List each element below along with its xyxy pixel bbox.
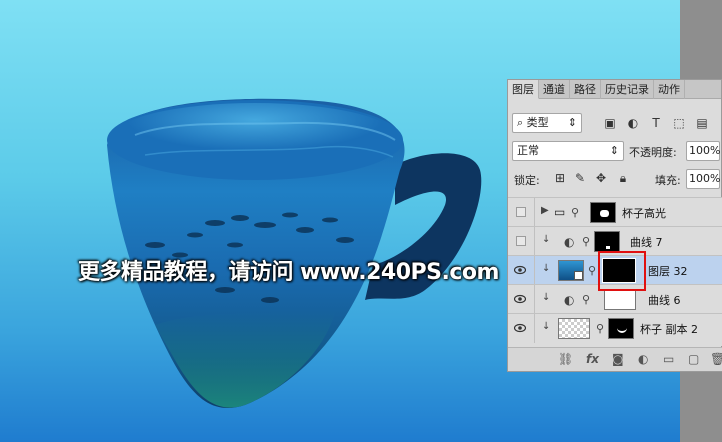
smart-object-badge-icon (574, 271, 583, 280)
watermark-url: www.240PS.com (300, 260, 499, 285)
divider (534, 314, 535, 343)
new-layer-icon[interactable]: ▢ (688, 352, 699, 366)
fill-label: 填充: (655, 174, 681, 187)
lock-position-icon[interactable]: ✥ (593, 171, 609, 185)
delete-layer-icon[interactable]: 🗑︎ (710, 352, 722, 366)
expand-arrow-icon[interactable]: ▶ (541, 205, 549, 216)
layer-name[interactable]: 图层 32 (648, 263, 688, 279)
link-icon: ⚲ (596, 322, 605, 335)
lock-label: 锁定: (514, 174, 540, 187)
watermark: 更多精品教程，请访问 www.240PS.com (78, 254, 499, 286)
folder-icon: ▭ (554, 205, 566, 219)
filter-shape-icon[interactable]: ⬚ (671, 116, 687, 130)
lock-brush-icon[interactable]: ✎ (572, 171, 588, 185)
adjustment-icon: ◐ (564, 293, 575, 307)
new-group-icon[interactable]: ▭ (663, 352, 674, 366)
eye-icon[interactable] (514, 322, 526, 334)
blend-mode-value: 正常 (517, 144, 539, 157)
tab-actions[interactable]: 动作 (654, 80, 685, 99)
panel-tabs: 图层 通道 路径 历史记录 动作 (508, 80, 721, 99)
visibility-off-box[interactable] (516, 207, 526, 217)
layer-name[interactable]: 杯子高光 (622, 205, 666, 221)
layer-name[interactable]: 曲线 7 (630, 234, 663, 250)
adjustment-icon: ◐ (564, 235, 575, 249)
tab-history[interactable]: 历史记录 (601, 80, 654, 99)
filter-type-icon[interactable]: T (648, 116, 664, 130)
layer-thumbnail[interactable] (558, 260, 584, 281)
layer-name[interactable]: 杯子 副本 2 (640, 321, 698, 337)
layer-row-cup-copy-2[interactable]: ↓ ⚲ 杯子 副本 2 (508, 313, 722, 346)
opacity-label: 不透明度: (629, 146, 677, 159)
divider (534, 198, 535, 227)
chevron-updown-icon: ⇕ (609, 144, 619, 157)
link-layers-icon[interactable]: ⛓ (558, 352, 573, 366)
clipping-arrow-icon: ↓ (542, 292, 551, 303)
divider (534, 285, 535, 314)
tab-layers[interactable]: 图层 (508, 80, 539, 99)
divider (534, 256, 535, 285)
link-icon: ⚲ (582, 293, 591, 306)
layer-mask-thumbnail[interactable] (594, 231, 620, 252)
filter-kind-value: 类型 (526, 116, 549, 129)
divider (534, 227, 535, 256)
fill-field[interactable]: 100% (686, 169, 720, 189)
opacity-field[interactable]: 100% (686, 141, 720, 161)
layer-row-cup-highlight-group[interactable]: ▶ ▭ ⚲ 杯子高光 (508, 197, 722, 227)
layer-mask-thumbnail[interactable] (590, 202, 616, 223)
clipping-arrow-icon: ↓ (542, 263, 551, 274)
link-icon: ⚲ (588, 264, 597, 277)
clipping-arrow-icon: ↓ (542, 234, 551, 245)
filter-pixel-icon[interactable]: ▣ (602, 116, 618, 130)
layer-mask-thumbnail[interactable] (608, 318, 634, 339)
eye-icon[interactable] (514, 293, 526, 305)
link-icon: ⚲ (571, 206, 580, 219)
tab-paths[interactable]: 路径 (570, 80, 601, 99)
add-mask-icon[interactable]: ◙ (612, 352, 624, 366)
filter-kind-select[interactable]: ⌕ 类型 ⇕ (512, 113, 582, 133)
chevron-updown-icon: ⇕ (567, 116, 577, 129)
clipping-arrow-icon: ↓ (542, 321, 551, 332)
eye-icon[interactable] (514, 264, 526, 276)
tab-channels[interactable]: 通道 (539, 80, 570, 99)
mask-shape (617, 327, 627, 333)
mask-shape (600, 210, 609, 217)
lock-transparency-icon[interactable]: ⊞ (552, 171, 568, 185)
layers-panel: 图层 通道 路径 历史记录 动作 ⌕ 类型 ⇕ ▣ ◐ T ⬚ ▤ 正常 ⇕ 不… (507, 79, 722, 372)
highlight-box (598, 251, 646, 291)
layer-mask-thumbnail[interactable] (604, 289, 636, 310)
visibility-off-box[interactable] (516, 236, 526, 246)
lock-all-icon[interactable]: 🔒︎ (615, 171, 631, 185)
link-icon: ⚲ (582, 235, 591, 248)
layer-name[interactable]: 曲线 6 (648, 292, 681, 308)
filter-adjustment-icon[interactable]: ◐ (625, 116, 641, 130)
mask-shape (606, 246, 610, 249)
fx-icon[interactable]: fx (586, 352, 599, 366)
search-icon: ⌕ (517, 116, 524, 129)
layer-thumbnail[interactable] (558, 318, 590, 339)
new-adjustment-icon[interactable]: ◐ (638, 352, 648, 366)
watermark-text: 更多精品教程，请访问 (78, 260, 301, 285)
blend-mode-select[interactable]: 正常 ⇕ (512, 141, 624, 161)
panel-footer: ⛓ fx ◙ ◐ ▭ ▢ 🗑︎ (508, 347, 722, 371)
filter-smart-object-icon[interactable]: ▤ (694, 116, 710, 130)
